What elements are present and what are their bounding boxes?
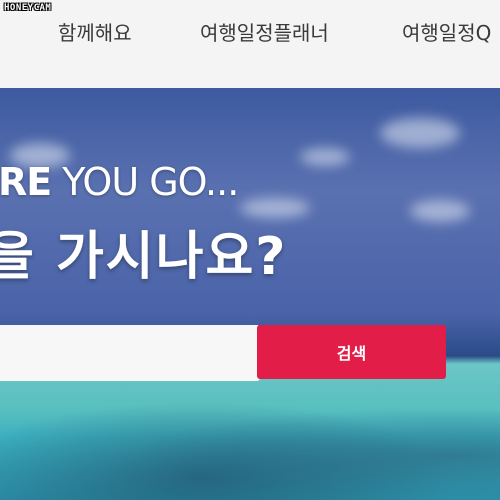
hero-banner: RE YOU GO... 을 가시나요? 검색 (0, 88, 500, 500)
watermark: HONEYCAM (4, 3, 52, 13)
search-input[interactable] (0, 325, 260, 381)
nav-item-together[interactable]: 함께해요 (58, 17, 132, 46)
hero-subheading: 을 가시나요? (0, 227, 288, 287)
hero-heading: RE YOU GO... (0, 160, 239, 204)
header: HONEYCAM 함께해요 여행일정플래너 여행일정Q (0, 0, 500, 88)
search-button-label: 검색 (336, 344, 367, 363)
hero-heading-bold: RE (0, 160, 52, 204)
search-button[interactable]: 검색 (257, 325, 446, 379)
nav-item-trip-planner[interactable]: 여행일정플래너 (200, 17, 329, 46)
reef-background (0, 388, 500, 500)
hero-heading-rest: YOU GO... (51, 160, 239, 204)
nav-item-trip-qa[interactable]: 여행일정Q (402, 17, 491, 46)
